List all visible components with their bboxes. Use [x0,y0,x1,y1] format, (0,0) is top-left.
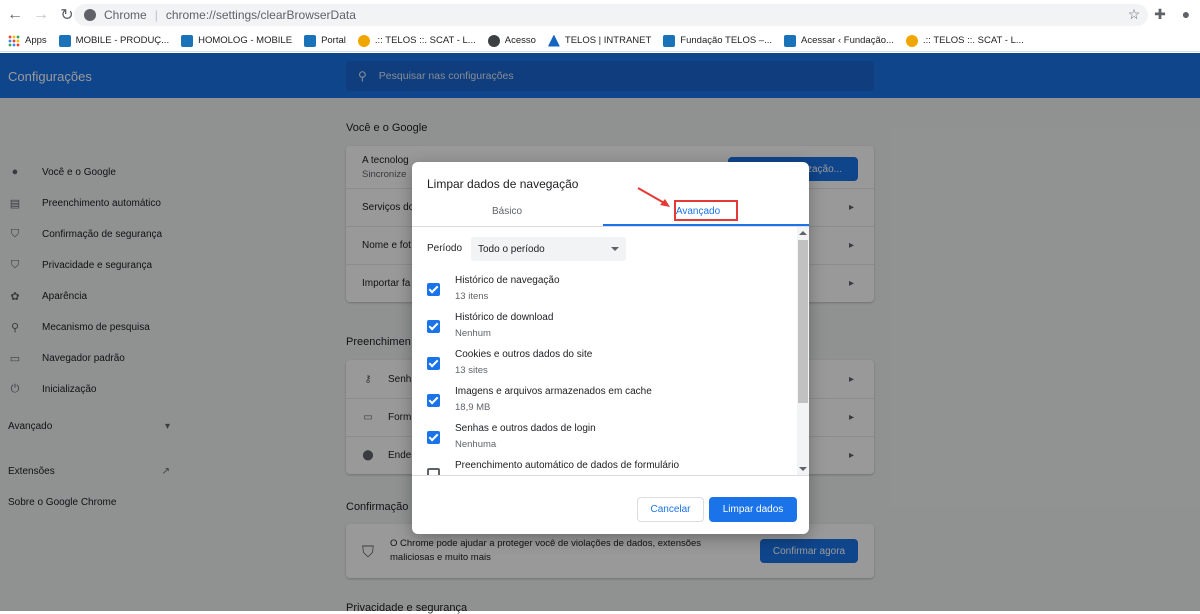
bookmark-telos-scat-2[interactable]: .:: TELOS ::. SCAT - L... [905,34,1024,47]
chrome-site-icon [84,9,96,21]
scroll-up-icon[interactable] [799,231,807,235]
option-cache[interactable]: Imagens e arquivos armazenados em cache … [427,386,787,422]
checkbox-checked-icon[interactable] [427,431,440,444]
option-passwords[interactable]: Senhas e outros dados de login Nenhuma [427,423,787,459]
option-download-history[interactable]: Histórico de download Nenhum [427,312,787,348]
dialog-content: Período Todo o período Histórico de nave… [412,227,809,475]
bookmarks-bar: Apps MOBILE - PRODUÇ... HOMOLOG - MOBILE… [0,30,1200,52]
bookmark-acesso[interactable]: Acesso [487,34,536,47]
option-browsing-history[interactable]: Histórico de navegação 13 itens [427,275,787,311]
tab-basic[interactable]: Básico [412,196,602,226]
url-text: chrome://settings/clearBrowserData [165,8,356,22]
dialog-scrollbar[interactable] [797,227,809,475]
address-bar[interactable]: Chrome | chrome://settings/clearBrowserD… [74,4,1148,26]
checkbox-checked-icon[interactable] [427,283,440,296]
option-cookies[interactable]: Cookies e outros dados do site 13 sites [427,349,787,385]
site-icon [304,34,317,47]
sun-icon [905,34,918,47]
site-icon [663,34,676,47]
bookmark-telos-scat[interactable]: .:: TELOS ::. SCAT - L... [357,34,476,47]
bookmark-homolog-mobile[interactable]: HOMOLOG - MOBILE [181,34,292,47]
option-autofill-form[interactable]: Preenchimento automático de dados de for… [427,460,787,475]
scroll-down-icon[interactable] [799,467,807,471]
url-origin: Chrome [104,8,147,22]
cancel-button[interactable]: Cancelar [637,497,704,522]
globe-icon [487,34,500,47]
bookmark-apps[interactable]: Apps [8,34,47,47]
bookmark-fundacao-telos[interactable]: Fundação TELOS –... [663,34,772,47]
bookmark-telos-intranet[interactable]: TELOS | INTRANET [547,34,651,47]
dialog-title: Limpar dados de navegação [427,177,579,191]
checkbox-checked-icon[interactable] [427,357,440,370]
period-label: Período [427,243,463,254]
browser-toolbar: ← → ↻ Chrome | chrome://settings/clearBr… [0,0,1200,30]
site-icon [181,34,194,47]
clear-data-button[interactable]: Limpar dados [709,497,797,522]
extensions-puzzle-icon[interactable]: ✚ [1152,6,1168,22]
back-arrow-icon[interactable]: ← [4,4,26,26]
url-separator: | [154,8,158,22]
dialog-footer: Cancelar Limpar dados [412,475,809,534]
telos-icon [547,34,560,47]
annotation-arrow-icon [637,187,670,207]
period-select[interactable]: Todo o período [471,237,626,261]
forward-arrow-icon[interactable]: → [30,4,52,26]
toolbar-right-icons: ☆ ✚ ● [1126,6,1194,22]
caret-down-icon [611,247,619,251]
bookmark-acessar-fundacao[interactable]: Acessar ‹ Fundação... [784,34,894,47]
scroll-thumb[interactable] [798,240,808,403]
site-icon [784,34,797,47]
checkbox-checked-icon[interactable] [427,320,440,333]
checkbox-checked-icon[interactable] [427,394,440,407]
sun-icon [357,34,370,47]
bookmark-portal[interactable]: Portal [304,34,346,47]
bookmark-star-icon[interactable]: ☆ [1126,6,1142,22]
annotation-highlight-box [674,200,738,221]
apps-grid-icon [8,34,20,47]
site-icon [58,34,71,47]
clear-browsing-data-dialog: Limpar dados de navegação Básico Avançad… [412,162,809,534]
profile-avatar-icon[interactable]: ● [1178,6,1194,22]
bookmark-mobile-producao[interactable]: MOBILE - PRODUÇ... [58,34,169,47]
checkbox-icon[interactable] [427,468,440,475]
